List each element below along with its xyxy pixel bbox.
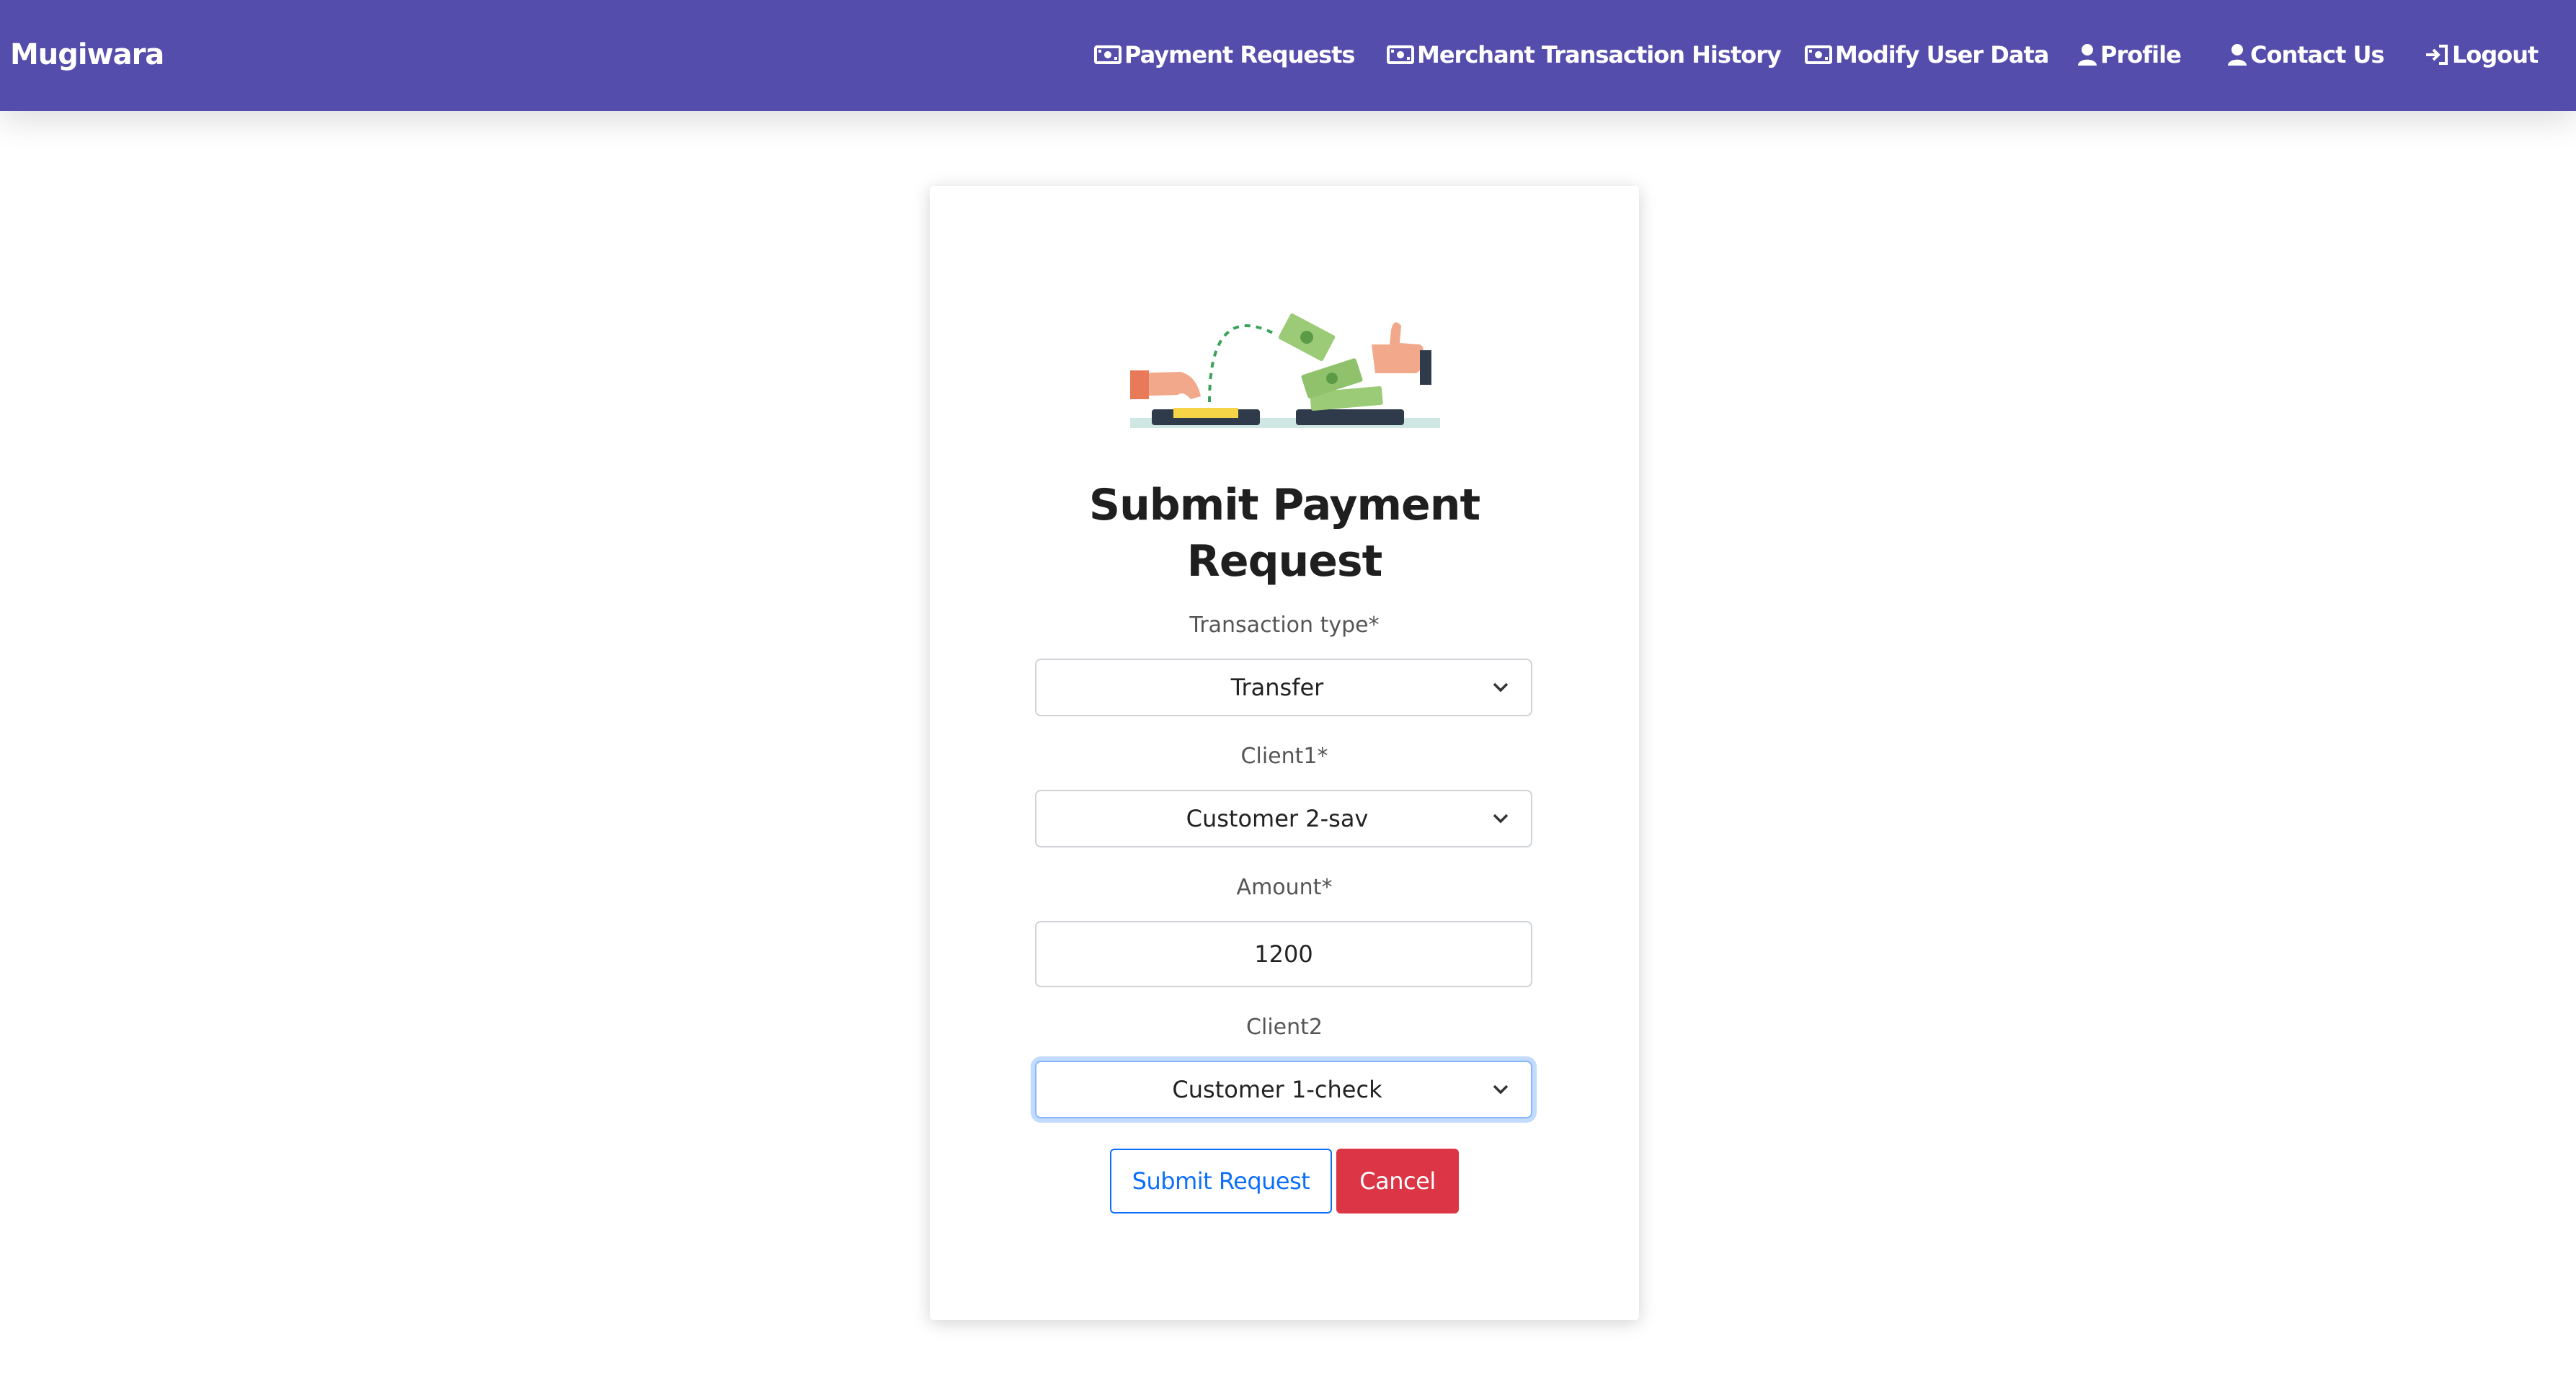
nav-modify-user-data-label: Modify User Data xyxy=(1835,41,2049,68)
top-navbar: Mugiwara Payment Requests Merchant Trans… xyxy=(0,0,2576,111)
transaction-type-label: Transaction type* xyxy=(1189,613,1380,638)
money-icon xyxy=(1387,45,1414,65)
money-icon xyxy=(1094,45,1122,65)
nav-logout[interactable]: Logout xyxy=(2425,33,2539,76)
nav-modify-user-data[interactable]: Modify User Data xyxy=(1805,33,2049,76)
amount-value: 1200 xyxy=(1254,940,1313,968)
nav-payment-requests[interactable]: Payment Requests xyxy=(1094,33,1355,76)
client2-value: Customer 1-check xyxy=(1172,1076,1382,1103)
chevron-down-icon xyxy=(1493,814,1509,824)
client1-label: Client1* xyxy=(1240,744,1328,769)
nav-contact-us-label: Contact Us xyxy=(2250,41,2385,68)
nav-merchant-transaction-history[interactable]: Merchant Transaction History xyxy=(1387,33,1782,76)
client2-label: Client2 xyxy=(1246,1015,1323,1040)
client1-select[interactable]: Customer 2-sav xyxy=(1035,790,1532,847)
nav-logout-label: Logout xyxy=(2452,41,2539,68)
money-icon xyxy=(1805,45,1832,65)
sign-in-icon xyxy=(2425,44,2449,66)
user-icon xyxy=(2077,43,2097,66)
payment-illustration xyxy=(1130,313,1440,428)
submit-request-button[interactable]: Submit Request xyxy=(1110,1149,1332,1213)
nav-profile[interactable]: Profile xyxy=(2077,33,2182,76)
amount-input[interactable]: 1200 xyxy=(1035,921,1532,987)
chevron-down-icon xyxy=(1493,682,1509,692)
nav-payment-requests-label: Payment Requests xyxy=(1124,41,1355,68)
client1-value: Customer 2-sav xyxy=(1186,805,1369,832)
nav-profile-label: Profile xyxy=(2100,41,2182,68)
transaction-type-select[interactable]: Transfer xyxy=(1035,659,1532,716)
brand-logo[interactable]: Mugiwara xyxy=(10,33,164,76)
page-title: Submit Payment Request xyxy=(1088,480,1480,587)
transaction-type-value: Transfer xyxy=(1230,674,1324,701)
cancel-button[interactable]: Cancel xyxy=(1336,1149,1459,1213)
nav-contact-us[interactable]: Contact Us xyxy=(2227,33,2385,76)
nav-merchant-transaction-history-label: Merchant Transaction History xyxy=(1417,41,1782,68)
chevron-down-icon xyxy=(1493,1085,1509,1095)
client2-select[interactable]: Customer 1-check xyxy=(1035,1061,1532,1118)
amount-label: Amount* xyxy=(1236,875,1333,900)
payment-request-card: Submit Payment Request Transaction type*… xyxy=(930,186,1639,1320)
user-icon xyxy=(2227,43,2247,66)
